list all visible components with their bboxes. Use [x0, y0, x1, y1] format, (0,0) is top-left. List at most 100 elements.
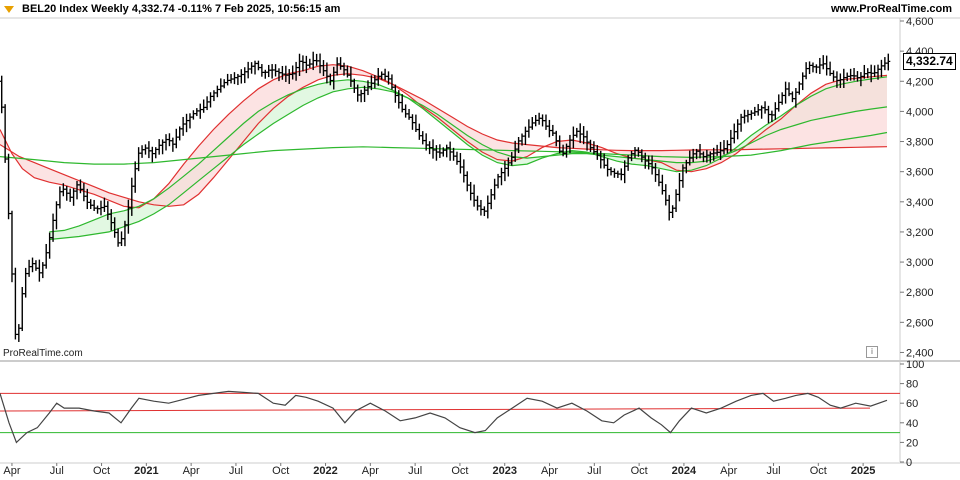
price-bar	[434, 145, 439, 161]
price-bar	[273, 64, 278, 77]
price-y-tick-label: 4,000	[906, 106, 934, 118]
price-bar	[533, 114, 538, 127]
price-bar	[523, 126, 528, 145]
price-bar	[314, 53, 319, 66]
price-bar	[609, 167, 614, 176]
price-bar	[448, 141, 453, 161]
rsi-panel	[0, 390, 900, 444]
price-bar	[787, 82, 792, 97]
price-bar	[574, 127, 579, 138]
ma-green-fast-line	[49, 76, 888, 233]
x-tick-label: 2022	[313, 465, 337, 477]
price-bar	[862, 64, 867, 79]
price-bar	[54, 201, 59, 230]
price-bar	[663, 184, 668, 206]
price-bar	[492, 178, 497, 200]
price-bar	[828, 61, 833, 76]
price-bar	[759, 105, 764, 119]
price-bar	[239, 69, 244, 84]
info-icon[interactable]: i	[866, 346, 878, 358]
price-bar	[814, 64, 819, 74]
price-bar	[543, 114, 548, 130]
price-bar	[728, 129, 733, 152]
price-bar	[879, 59, 884, 78]
price-bar	[496, 173, 501, 189]
price-bar	[670, 205, 675, 218]
price-bar	[215, 85, 220, 98]
price-bar	[205, 96, 210, 111]
x-tick-label: Jul	[587, 465, 601, 477]
x-tick-label: Oct	[631, 465, 648, 477]
site-link[interactable]: www.ProRealTime.com	[831, 3, 952, 15]
price-bar	[773, 102, 778, 120]
price-bar	[174, 128, 179, 149]
price-bar	[256, 60, 261, 71]
price-bar	[232, 72, 237, 85]
x-tick-label: Jul	[50, 465, 64, 477]
price-bar	[389, 74, 394, 90]
x-tick-label: Oct	[451, 465, 468, 477]
price-bar	[475, 195, 480, 211]
price-bar	[253, 60, 258, 75]
price-bar	[674, 189, 679, 212]
price-bar	[732, 123, 737, 144]
price-bar	[800, 72, 805, 91]
price-bar	[92, 199, 97, 212]
price-bar	[499, 167, 504, 186]
price-bar	[526, 119, 531, 138]
price-bar	[30, 257, 35, 273]
collapse-triangle-icon[interactable]	[4, 6, 14, 13]
price-bar	[530, 117, 535, 130]
price-bar	[468, 181, 473, 201]
price-bar	[164, 134, 169, 151]
price-bar	[40, 262, 45, 279]
price-bar	[400, 94, 405, 113]
x-tick-label: Apr	[362, 465, 379, 477]
price-bar	[270, 64, 275, 79]
price-y-tick-label: 2,800	[906, 287, 934, 299]
price-bar	[622, 160, 627, 184]
price-bar	[140, 145, 145, 158]
price-bar	[403, 104, 408, 118]
x-tick-label: Apr	[541, 465, 558, 477]
x-tick-label: 2025	[851, 465, 875, 477]
price-bar	[307, 58, 312, 68]
price-bar	[9, 210, 14, 283]
price-bar	[167, 133, 172, 147]
price-bar	[242, 67, 247, 84]
price-bar	[667, 194, 672, 221]
price-bar	[824, 55, 829, 76]
price-bar	[605, 158, 610, 177]
price-bar	[383, 68, 388, 81]
price-y-tick-label: 4,600	[906, 16, 934, 28]
price-bar	[259, 64, 264, 77]
price-bar	[153, 147, 158, 159]
price-bar	[485, 195, 490, 219]
x-tick-label: Apr	[183, 465, 200, 477]
price-bar	[68, 188, 73, 202]
price-bar	[98, 200, 103, 216]
price-bar	[225, 73, 230, 86]
price-bar	[660, 174, 665, 195]
price-bar	[362, 85, 367, 102]
price-y-tick-label: 3,000	[906, 257, 934, 269]
rsi-y-tick-label: 60	[906, 398, 918, 410]
price-bar	[246, 61, 251, 79]
price-bar	[27, 259, 32, 277]
x-tick-label: Apr	[720, 465, 737, 477]
x-tick-label: Jul	[766, 465, 780, 477]
rsi-y-tick-label: 80	[906, 379, 918, 391]
price-bar	[766, 105, 771, 124]
price-bar	[831, 70, 836, 82]
price-bar	[157, 139, 162, 155]
green-ma-cloud	[49, 76, 888, 240]
price-bar	[465, 171, 470, 192]
price-bar	[482, 206, 487, 217]
price-y-tick-label: 3,600	[906, 167, 934, 179]
price-bar	[489, 188, 494, 210]
price-bar	[222, 79, 227, 89]
price-bar	[745, 109, 750, 123]
price-bar	[756, 104, 761, 116]
price-bar	[407, 108, 412, 120]
price-bar	[780, 92, 785, 105]
